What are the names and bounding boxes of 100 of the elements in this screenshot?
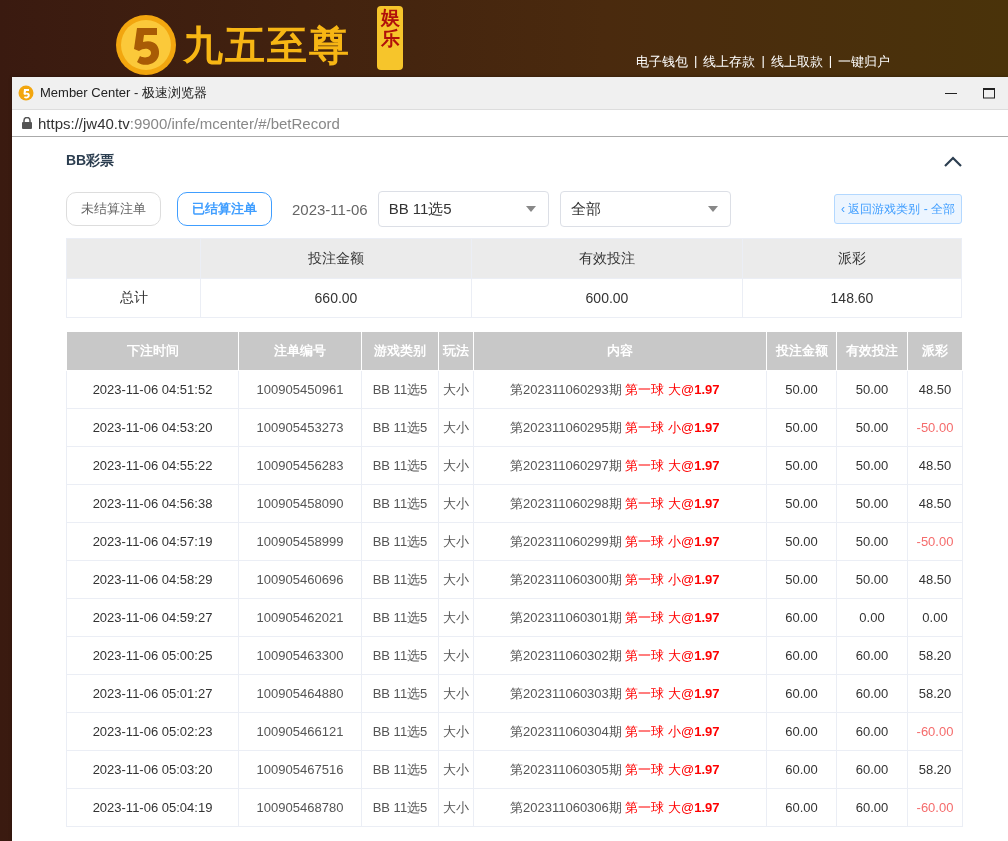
browser-logo-icon — [18, 85, 34, 101]
table-cell: 100905456283 — [238, 446, 362, 485]
table-cell: 第202311060299期 第一球 小@1.97 — [473, 522, 767, 561]
logo-icon — [115, 14, 177, 76]
table-cell: 第202311060297期 第一球 大@1.97 — [473, 446, 767, 485]
table-cell: 第202311060295期 第一球 小@1.97 — [473, 408, 767, 447]
table-cell: 大小 — [438, 446, 474, 485]
table-cell: -60.00 — [907, 788, 963, 827]
table-cell: 60.00 — [766, 712, 837, 751]
game-select[interactable]: BB 11选5 — [377, 191, 549, 227]
header-link[interactable]: 线上取款 — [770, 53, 823, 71]
table-cell: BB 11选5 — [361, 408, 439, 447]
link-separator: | — [694, 53, 698, 70]
table-cell: BB 11选5 — [361, 712, 439, 751]
table-cell: 50.00 — [766, 446, 837, 485]
table-cell: 2023-11-06 05:02:23 — [66, 712, 239, 751]
table-cell: 100905467516 — [238, 750, 362, 789]
collapse-chevron-icon[interactable] — [944, 155, 962, 167]
table-cell: 大小 — [438, 370, 474, 409]
table-cell: 大小 — [438, 598, 474, 637]
table-cell: 50.00 — [766, 522, 837, 561]
table-cell: 2023-11-06 04:51:52 — [66, 370, 239, 409]
table-cell: 100905450961 — [238, 370, 362, 409]
table-cell: 60.00 — [766, 636, 837, 675]
table-cell: 50.00 — [766, 408, 837, 447]
play-type-select[interactable]: 全部 — [559, 191, 731, 227]
table-cell: 60.00 — [836, 674, 908, 713]
table-cell: 大小 — [438, 674, 474, 713]
table-cell: 60.00 — [766, 598, 837, 637]
link-separator: | — [761, 53, 765, 70]
table-cell: 60.00 — [766, 788, 837, 827]
table-cell: 48.50 — [907, 560, 963, 599]
table-cell: 2023-11-06 04:59:27 — [66, 598, 239, 637]
table-cell: BB 11选5 — [361, 484, 439, 523]
table-cell: 0.00 — [836, 598, 908, 637]
table-cell: 2023-11-06 05:03:20 — [66, 750, 239, 789]
table-cell: 100905458999 — [238, 522, 362, 561]
table-cell: 50.00 — [836, 484, 908, 523]
header-cell: 投注金额 — [200, 238, 472, 279]
filter-tab[interactable]: 未结算注单 — [66, 192, 161, 226]
table-cell: 第202311060304期 第一球 小@1.97 — [473, 712, 767, 751]
table-cell: 100905463300 — [238, 636, 362, 675]
table-cell: BB 11选5 — [361, 522, 439, 561]
table-cell: BB 11选5 — [361, 560, 439, 599]
table-cell: 2023-11-06 05:04:19 — [66, 788, 239, 827]
logo-badge: 娱乐 — [377, 6, 403, 70]
table-cell: 50.00 — [766, 484, 837, 523]
header-cell: 有效投注 — [471, 238, 743, 279]
table-cell: 50.00 — [836, 446, 908, 485]
table-cell: -50.00 — [907, 522, 963, 561]
table-cell: 2023-11-06 04:55:22 — [66, 446, 239, 485]
table-cell: 大小 — [438, 712, 474, 751]
table-cell: 100905453273 — [238, 408, 362, 447]
table-cell: 大小 — [438, 636, 474, 675]
table-cell: 第202311060298期 第一球 大@1.97 — [473, 484, 767, 523]
table-cell: 60.00 — [836, 636, 908, 675]
header-cell: 派彩 — [742, 238, 962, 279]
window-title: Member Center - 极速浏览器 — [40, 84, 208, 102]
url-text[interactable]: https://jw40.tv:9900/infe/mcenter/#/betRecord — [38, 114, 340, 132]
table-cell: 第202311060293期 第一球 大@1.97 — [473, 370, 767, 409]
table-cell: 50.00 — [766, 370, 837, 409]
table-cell: BB 11选5 — [361, 674, 439, 713]
maximize-icon[interactable] — [983, 87, 995, 99]
table-cell: 50.00 — [836, 522, 908, 561]
table-cell: 大小 — [438, 750, 474, 789]
table-cell: 第202311060302期 第一球 大@1.97 — [473, 636, 767, 675]
table-cell: 50.00 — [766, 560, 837, 599]
table-cell: 100905464880 — [238, 674, 362, 713]
table-cell: 100905458090 — [238, 484, 362, 523]
table-cell: BB 11选5 — [361, 788, 439, 827]
table-cell: -60.00 — [907, 712, 963, 751]
table-cell: 58.20 — [907, 674, 963, 713]
table-cell: 58.20 — [907, 636, 963, 675]
header-link[interactable]: 线上存款 — [703, 53, 756, 71]
table-cell: BB 11选5 — [361, 750, 439, 789]
table-cell: 60.00 — [836, 750, 908, 789]
table-cell: 大小 — [438, 522, 474, 561]
table-cell: 2023-11-06 05:00:25 — [66, 636, 239, 675]
table-cell: 第202311060300期 第一球 小@1.97 — [473, 560, 767, 599]
table-cell: 第202311060305期 第一球 大@1.97 — [473, 750, 767, 789]
header-link[interactable]: 电子钱包 — [636, 53, 688, 71]
table-cell: 第202311060303期 第一球 大@1.97 — [473, 674, 767, 713]
table-cell: 0.00 — [907, 598, 963, 637]
table-cell: 60.00 — [766, 674, 837, 713]
table-cell: 48.50 — [907, 370, 963, 409]
table-cell: 2023-11-06 04:58:29 — [66, 560, 239, 599]
header-link[interactable]: 一键归户 — [838, 53, 891, 71]
table-cell: 第202311060301期 第一球 大@1.97 — [473, 598, 767, 637]
table-cell: 总计 — [66, 278, 201, 318]
table-cell: BB 11选5 — [361, 370, 439, 409]
table-cell: 48.50 — [907, 484, 963, 523]
date-text: 2023-11-06 — [292, 200, 368, 218]
section-title: BB彩票 — [66, 152, 115, 170]
table-cell: 2023-11-06 04:56:38 — [66, 484, 239, 523]
table-cell: 100905466121 — [238, 712, 362, 751]
table-cell: 50.00 — [836, 408, 908, 447]
table-cell: 2023-11-06 04:57:19 — [66, 522, 239, 561]
table-cell: 2023-11-06 04:53:20 — [66, 408, 239, 447]
dropdown-caret-icon — [525, 206, 536, 212]
table-cell: 60.00 — [766, 750, 837, 789]
